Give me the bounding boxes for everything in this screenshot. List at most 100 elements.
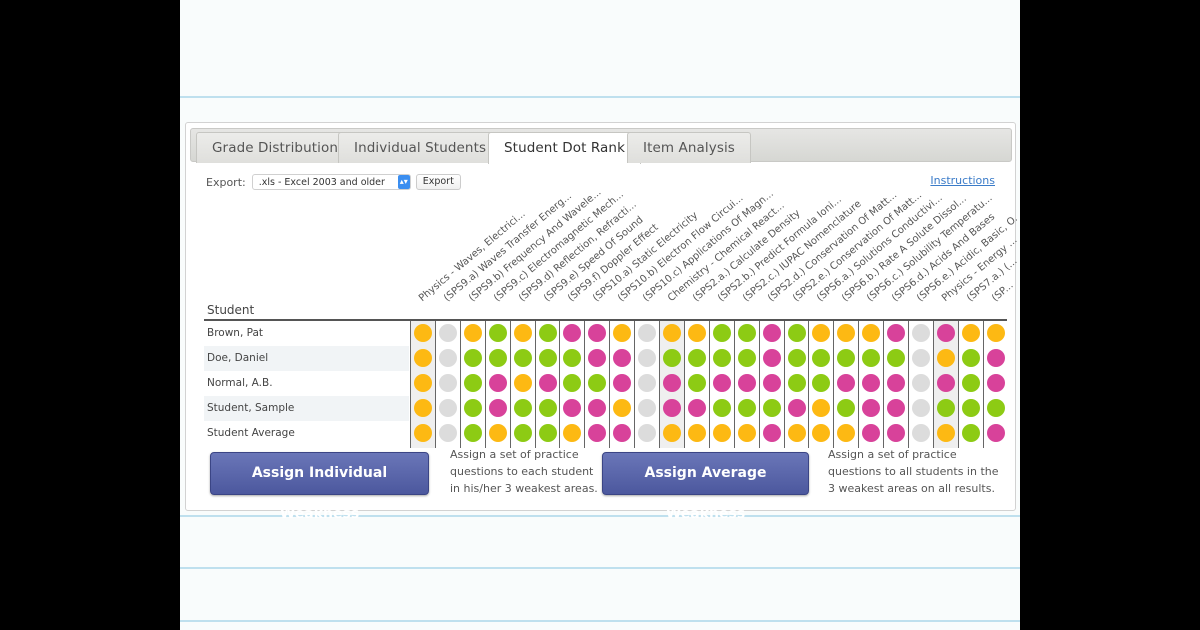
column-header-label[interactable]: (SPS2.c.) IUPAC Nomenclature xyxy=(741,199,864,304)
score-dot[interactable] xyxy=(538,424,557,442)
score-dot[interactable] xyxy=(588,424,607,442)
score-dot[interactable] xyxy=(887,374,906,392)
score-dot[interactable] xyxy=(986,399,1005,417)
score-dot[interactable] xyxy=(438,324,457,342)
score-dot[interactable] xyxy=(737,374,756,392)
score-dot[interactable] xyxy=(712,349,731,367)
score-dot[interactable] xyxy=(488,349,507,367)
score-dot[interactable] xyxy=(414,374,432,392)
tab-student-dot-rank[interactable]: Student Dot Rank xyxy=(488,132,642,164)
column-header-label[interactable]: (SPS6.a.) Solutions Conductivi... xyxy=(815,193,945,304)
score-dot[interactable] xyxy=(463,374,482,392)
score-dot[interactable] xyxy=(463,349,482,367)
column-header-label[interactable]: (SPS9.e) Speed Of Sound xyxy=(541,215,645,304)
column-header-label[interactable]: (SPS6.e.) Acidic, Basic, O... xyxy=(915,209,1017,304)
score-dot[interactable] xyxy=(438,374,457,392)
score-dot[interactable] xyxy=(663,349,681,367)
score-dot[interactable] xyxy=(961,324,980,342)
score-dot[interactable] xyxy=(414,399,432,417)
column-header-label[interactable]: (SPS2.e.) Conservation Of Matt... xyxy=(790,190,923,304)
score-dot[interactable] xyxy=(414,349,432,367)
score-dot[interactable] xyxy=(613,324,632,342)
score-dot[interactable] xyxy=(588,349,607,367)
column-header-label[interactable]: (SPS6.b.) Rate A Solute Dissol... xyxy=(840,193,969,304)
score-dot[interactable] xyxy=(787,349,806,367)
column-header-label[interactable]: (SPS10.b) Electron Flow Circui... xyxy=(616,193,746,304)
score-dot[interactable] xyxy=(762,324,781,342)
score-dot[interactable] xyxy=(712,324,731,342)
score-dot[interactable] xyxy=(513,374,532,392)
score-dot[interactable] xyxy=(936,349,955,367)
score-dot[interactable] xyxy=(488,424,507,442)
score-dot[interactable] xyxy=(762,424,781,442)
score-dot[interactable] xyxy=(463,399,482,417)
score-dot[interactable] xyxy=(961,374,980,392)
score-dot[interactable] xyxy=(737,324,756,342)
score-dot[interactable] xyxy=(837,399,856,417)
score-dot[interactable] xyxy=(663,374,681,392)
column-header-label[interactable]: (SPS9.a) Waves Transfer Energ... xyxy=(442,191,574,304)
score-dot[interactable] xyxy=(936,399,955,417)
score-dot[interactable] xyxy=(787,424,806,442)
score-dot[interactable] xyxy=(687,349,706,367)
score-dot[interactable] xyxy=(687,374,706,392)
column-header-label[interactable]: (SPS6.d.) Acids And Bases xyxy=(890,212,997,304)
score-dot[interactable] xyxy=(563,374,582,392)
score-dot[interactable] xyxy=(912,399,930,417)
score-dot[interactable] xyxy=(787,399,806,417)
assign-average-weakness-button[interactable]: Assign Average Weakness xyxy=(602,452,809,522)
score-dot[interactable] xyxy=(613,424,632,442)
score-dot[interactable] xyxy=(588,374,607,392)
score-dot[interactable] xyxy=(613,349,632,367)
score-dot[interactable] xyxy=(762,399,781,417)
score-dot[interactable] xyxy=(961,349,980,367)
score-dot[interactable] xyxy=(687,399,706,417)
column-header-label[interactable]: (SPS2.a.) Calculate Density xyxy=(691,208,803,304)
column-header-label[interactable]: Chemistry - Chemical React... xyxy=(666,200,787,304)
score-dot[interactable] xyxy=(936,374,955,392)
score-dot[interactable] xyxy=(812,399,831,417)
instructions-link[interactable]: Instructions xyxy=(930,174,995,187)
score-dot[interactable] xyxy=(438,424,457,442)
score-dot[interactable] xyxy=(961,424,980,442)
score-dot[interactable] xyxy=(762,374,781,392)
score-dot[interactable] xyxy=(687,324,706,342)
column-header-label[interactable]: Physics - Energy ... xyxy=(940,235,1017,304)
score-dot[interactable] xyxy=(737,349,756,367)
column-header-label[interactable]: (SPS9.d) Reflection, Refracti... xyxy=(517,199,639,304)
score-dot[interactable] xyxy=(488,324,507,342)
score-dot[interactable] xyxy=(438,349,457,367)
score-dot[interactable] xyxy=(912,324,930,342)
tab-item-analysis[interactable]: Item Analysis xyxy=(627,132,751,163)
score-dot[interactable] xyxy=(538,349,557,367)
score-dot[interactable] xyxy=(638,324,657,342)
column-header-label[interactable]: Physics - Waves, Electrici... xyxy=(417,209,528,304)
column-header-label[interactable]: (SP... xyxy=(990,280,1016,304)
score-dot[interactable] xyxy=(712,374,731,392)
score-dot[interactable] xyxy=(563,424,582,442)
column-header-label[interactable]: (SPS10.a) Static Electricity xyxy=(591,210,700,304)
score-dot[interactable] xyxy=(837,374,856,392)
score-dot[interactable] xyxy=(712,399,731,417)
score-dot[interactable] xyxy=(862,324,881,342)
column-header-label[interactable]: (SPS9.b) Frequency And Wavele... xyxy=(467,187,604,304)
assign-individual-weakness-button[interactable]: Assign Individual Weakness xyxy=(210,452,429,522)
score-dot[interactable] xyxy=(414,324,432,342)
score-dot[interactable] xyxy=(862,424,881,442)
score-dot[interactable] xyxy=(538,399,557,417)
score-dot[interactable] xyxy=(663,324,681,342)
score-dot[interactable] xyxy=(936,424,955,442)
score-dot[interactable] xyxy=(862,349,881,367)
score-dot[interactable] xyxy=(538,324,557,342)
column-header-label[interactable]: (SPS10.c) Applications Of Magn... xyxy=(641,188,776,304)
score-dot[interactable] xyxy=(862,374,881,392)
score-dot[interactable] xyxy=(787,324,806,342)
column-header-label[interactable]: (SPS2.b.) Predict Formula Ioni... xyxy=(716,194,844,304)
tab-grade-distribution[interactable]: Grade Distribution xyxy=(196,132,355,163)
column-header-label[interactable]: (SPS9.f) Doppler Effect xyxy=(566,222,661,304)
score-dot[interactable] xyxy=(887,349,906,367)
score-dot[interactable] xyxy=(687,424,706,442)
score-dot[interactable] xyxy=(737,399,756,417)
score-dot[interactable] xyxy=(812,349,831,367)
score-dot[interactable] xyxy=(837,424,856,442)
